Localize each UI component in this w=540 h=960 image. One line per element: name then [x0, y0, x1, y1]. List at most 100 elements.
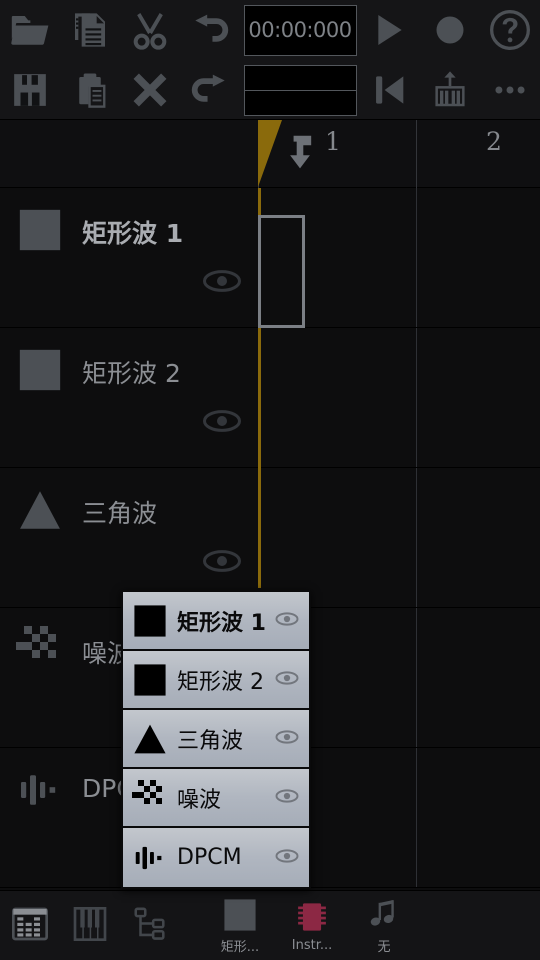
- copy-button[interactable]: [60, 0, 120, 60]
- undo-button[interactable]: [180, 0, 240, 60]
- split-bottom: [245, 91, 356, 115]
- rewind-to-start-button[interactable]: [360, 60, 420, 120]
- current-channel-label: 矩形...: [220, 940, 260, 955]
- redo-arrow-icon: [189, 69, 231, 111]
- track-header[interactable]: 矩形波 1: [0, 188, 258, 327]
- question-mark-circle-icon: [488, 8, 532, 52]
- grid-line: [416, 748, 417, 887]
- arpeggio-label: 无: [377, 940, 391, 955]
- music-notes-icon: [367, 896, 401, 934]
- app-root: 00:00:000 1 2 矩形波 1 矩形波 2 三角波 噪波 DPCM 矩形…: [0, 0, 540, 960]
- square-wave-icon: [16, 346, 64, 394]
- node-tree-icon: [131, 905, 169, 947]
- current-channel-button[interactable]: 矩形...: [204, 891, 276, 960]
- arpeggio-button[interactable]: 无: [348, 891, 420, 960]
- loop-return-arrow-icon[interactable]: [278, 131, 322, 179]
- copy-documents-icon: [70, 10, 110, 50]
- toolbar-row-2: [0, 60, 540, 120]
- square-channel-icon: [223, 896, 257, 934]
- pattern-selection-rect[interactable]: [258, 215, 305, 328]
- more-options-button[interactable]: [480, 60, 540, 120]
- bottom-navigation-bar: 矩形... Instr... 无: [0, 890, 540, 960]
- time-display[interactable]: 00:00:000: [240, 0, 360, 60]
- eye-icon[interactable]: [275, 611, 299, 631]
- track-row[interactable]: 三角波: [0, 468, 540, 608]
- clipboard-paste-icon: [71, 71, 109, 109]
- delete-button[interactable]: [120, 60, 180, 120]
- eye-icon[interactable]: [275, 670, 299, 690]
- popup-item-square2[interactable]: 矩形波 2: [123, 651, 309, 710]
- split-top: [244, 66, 356, 91]
- eye-icon[interactable]: [202, 548, 242, 578]
- popup-item-label: 矩形波 1: [177, 610, 266, 636]
- toolbar-row-1: 00:00:000: [0, 0, 540, 60]
- sequencer-view-button[interactable]: [0, 891, 60, 960]
- eye-icon[interactable]: [275, 788, 299, 808]
- popup-item-square1[interactable]: 矩形波 1: [123, 592, 309, 651]
- skip-to-start-icon: [371, 71, 409, 109]
- piano-export-button[interactable]: [420, 60, 480, 120]
- triangle-wave-icon: [131, 720, 169, 758]
- toolbar: 00:00:000: [0, 0, 540, 120]
- tree-view-button[interactable]: [120, 891, 180, 960]
- play-button[interactable]: [360, 0, 420, 60]
- eye-icon[interactable]: [202, 268, 242, 298]
- track-header[interactable]: 矩形波 2: [0, 328, 258, 467]
- dpcm-waveform-icon: [131, 839, 169, 877]
- help-button[interactable]: [480, 0, 540, 60]
- folder-open-icon: [9, 9, 51, 51]
- noise-checker-icon: [16, 626, 64, 674]
- floppy-disk-icon: [11, 71, 49, 109]
- popup-item-label: DPCM: [177, 845, 242, 870]
- eye-icon[interactable]: [202, 408, 242, 438]
- track-row[interactable]: 矩形波 2: [0, 328, 540, 468]
- track-grid[interactable]: [258, 468, 540, 607]
- time-value: 00:00:000: [243, 4, 357, 56]
- pattern-length-display[interactable]: [240, 60, 360, 120]
- grid-line: [416, 188, 417, 327]
- popup-item-label: 矩形波 2: [177, 669, 264, 695]
- redo-button[interactable]: [180, 60, 240, 120]
- pattern-grid-icon: [10, 904, 50, 948]
- chip-icon: [295, 898, 329, 936]
- piano-upload-icon: [430, 70, 470, 110]
- grid-line: [416, 468, 417, 607]
- popup-item-triangle[interactable]: 三角波: [123, 710, 309, 769]
- popup-item-label: 三角波: [177, 728, 244, 754]
- piano-roll-view-button[interactable]: [60, 891, 120, 960]
- grid-line: [416, 328, 417, 467]
- ellipsis-icon: [491, 71, 529, 109]
- square-wave-icon: [131, 661, 169, 699]
- eye-icon[interactable]: [275, 848, 299, 868]
- measure-number: 2: [486, 127, 502, 156]
- popup-item-noise[interactable]: 噪波: [123, 769, 309, 828]
- channel-selector-popup[interactable]: 矩形波 1 矩形波 2 三角波 噪波 DPCM: [121, 590, 311, 889]
- measure-number: 1: [325, 127, 341, 156]
- save-button[interactable]: [0, 60, 60, 120]
- open-file-button[interactable]: [0, 0, 60, 60]
- play-triangle-icon: [370, 10, 410, 50]
- triangle-wave-icon: [16, 486, 64, 534]
- track-header[interactable]: 三角波: [0, 468, 258, 607]
- track-label: 矩形波 1: [82, 219, 184, 248]
- track-grid[interactable]: [258, 328, 540, 467]
- dpcm-waveform-icon: [16, 766, 64, 814]
- eye-icon[interactable]: [275, 729, 299, 749]
- cut-button[interactable]: [120, 0, 180, 60]
- record-circle-icon: [432, 12, 468, 48]
- record-button[interactable]: [420, 0, 480, 60]
- noise-checker-icon: [131, 779, 169, 817]
- grid-line: [416, 608, 417, 747]
- popup-item-dpcm[interactable]: DPCM: [123, 828, 309, 887]
- measure-line: [416, 120, 417, 188]
- track-label: 三角波: [82, 499, 158, 528]
- instrument-button[interactable]: Instr...: [276, 891, 348, 960]
- track-label: 矩形波 2: [82, 359, 181, 388]
- square-wave-icon: [16, 206, 64, 254]
- square-wave-icon: [131, 602, 169, 640]
- popup-item-label: 噪波: [177, 787, 222, 813]
- piano-keys-icon: [70, 904, 110, 948]
- split-value-box: [243, 64, 357, 116]
- scissors-icon: [130, 10, 170, 50]
- paste-button[interactable]: [60, 60, 120, 120]
